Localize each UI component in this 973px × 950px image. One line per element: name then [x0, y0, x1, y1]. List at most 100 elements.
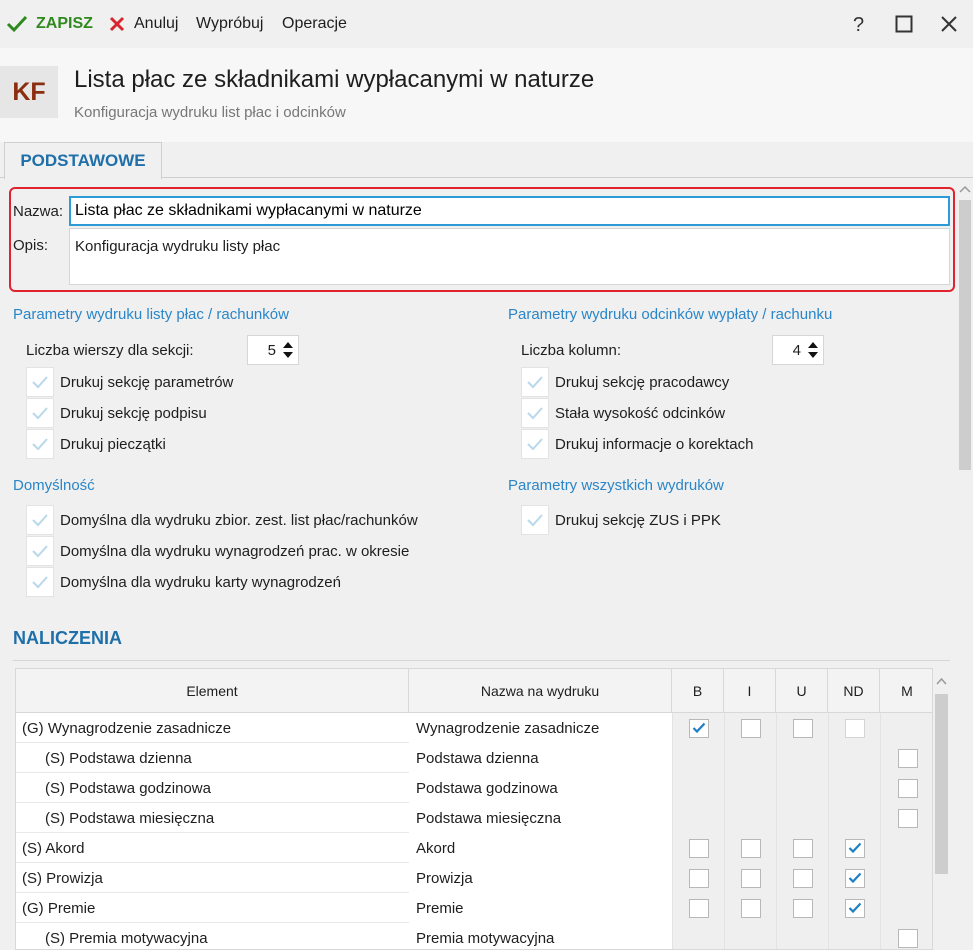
- print-name-cell[interactable]: Podstawa godzinowa: [409, 773, 672, 803]
- checkbox[interactable]: [26, 536, 54, 566]
- table-row[interactable]: (S) Premia motywacyjna Premia motywacyjna: [16, 923, 932, 949]
- print-name-cell[interactable]: Akord: [409, 833, 672, 863]
- checkbox-m[interactable]: [897, 748, 918, 768]
- naliczenia-heading: NALICZENIA: [13, 628, 122, 648]
- columns-count-stepper[interactable]: 4: [772, 335, 824, 365]
- stepper-arrows-icon[interactable]: [807, 339, 819, 361]
- checkbox[interactable]: [521, 398, 549, 428]
- check-icon: [32, 514, 48, 527]
- print-name-cell[interactable]: Podstawa dzienna: [409, 743, 672, 773]
- check-icon: [692, 722, 705, 734]
- column-header-element[interactable]: Element: [16, 669, 409, 713]
- grid-header: Element Nazwa na wydruku B I U ND M: [16, 669, 932, 713]
- grid-scrollbar[interactable]: [933, 668, 950, 950]
- rows-per-section-stepper[interactable]: 5: [247, 335, 299, 365]
- help-button[interactable]: ?: [846, 11, 872, 37]
- checkbox[interactable]: [26, 567, 54, 597]
- checkbox-u[interactable]: [792, 838, 813, 858]
- print-signature-section-check[interactable]: Drukuj sekcję podpisu: [26, 398, 207, 428]
- checkbox[interactable]: [26, 367, 54, 397]
- grid-scrollbar-thumb[interactable]: [935, 694, 948, 874]
- flag-cell-nd: [828, 743, 880, 773]
- checkbox-b[interactable]: [688, 898, 709, 918]
- checkbox-u[interactable]: [792, 898, 813, 918]
- default-collective-list-check[interactable]: Domyślna dla wydruku zbior. zest. list p…: [26, 505, 418, 535]
- checkbox-m[interactable]: [897, 778, 918, 798]
- checkbox[interactable]: [26, 398, 54, 428]
- checkbox-u[interactable]: [792, 718, 813, 738]
- check-icon: [527, 407, 543, 420]
- column-header-b[interactable]: B: [672, 669, 724, 713]
- checkbox[interactable]: [521, 505, 549, 535]
- print-corrections-info-check[interactable]: Drukuj informacje o korektach: [521, 429, 753, 459]
- column-header-i[interactable]: I: [724, 669, 776, 713]
- print-stamps-check[interactable]: Drukuj pieczątki: [26, 429, 166, 459]
- payroll-params-heading: Parametry wydruku listy płac / rachunków: [13, 306, 289, 323]
- column-header-u[interactable]: U: [776, 669, 828, 713]
- checkbox-nd[interactable]: [844, 718, 865, 738]
- print-name-cell[interactable]: Wynagrodzenie zasadnicze: [409, 713, 672, 743]
- operations-button[interactable]: Operacje: [282, 13, 347, 35]
- checkbox[interactable]: [521, 429, 549, 459]
- print-employer-section-check[interactable]: Drukuj sekcję pracodawcy: [521, 367, 729, 397]
- column-header-m[interactable]: M: [880, 669, 932, 713]
- checkbox-i[interactable]: [740, 718, 761, 738]
- element-cell: (S) Podstawa dzienna: [45, 749, 192, 767]
- checkbox[interactable]: [26, 429, 54, 459]
- print-zus-ppk-check[interactable]: Drukuj sekcję ZUS i PPK: [521, 505, 721, 535]
- print-params-section-check[interactable]: Drukuj sekcję parametrów: [26, 367, 233, 397]
- close-window-button[interactable]: [936, 11, 962, 37]
- checkbox-label: Domyślna dla wydruku karty wynagrodzeń: [60, 573, 341, 591]
- print-name-cell[interactable]: Premia motywacyjna: [409, 923, 672, 949]
- try-button[interactable]: Wypróbuj: [196, 13, 263, 35]
- check-icon: [32, 407, 48, 420]
- column-header-print-name[interactable]: Nazwa na wydruku: [409, 669, 672, 713]
- checkbox-nd[interactable]: [844, 838, 865, 858]
- table-row[interactable]: (G) Premie Premie: [16, 893, 932, 923]
- checkbox-u[interactable]: [792, 868, 813, 888]
- checkbox-b[interactable]: [688, 718, 709, 738]
- scroll-up-icon[interactable]: [933, 674, 950, 688]
- form-scrollbar-thumb[interactable]: [959, 200, 971, 470]
- print-name-cell[interactable]: Premie: [409, 893, 672, 923]
- description-field[interactable]: Konfiguracja wydruku listy płac: [69, 228, 950, 285]
- checkbox-m[interactable]: [897, 928, 918, 948]
- checkbox-i[interactable]: [740, 868, 761, 888]
- checkbox-label: Domyślna dla wydruku zbior. zest. list p…: [60, 511, 418, 529]
- table-row[interactable]: (S) Podstawa dzienna Podstawa dzienna: [16, 743, 932, 773]
- checkbox-b[interactable]: [688, 838, 709, 858]
- maximize-button[interactable]: [891, 11, 917, 37]
- checkbox[interactable]: [521, 367, 549, 397]
- table-row[interactable]: (S) Podstawa godzinowa Podstawa godzinowa: [16, 773, 932, 803]
- print-name-cell[interactable]: Podstawa miesięczna: [409, 803, 672, 833]
- table-row[interactable]: (S) Akord Akord: [16, 833, 932, 863]
- table-row[interactable]: (S) Prowizja Prowizja: [16, 863, 932, 893]
- checkbox-nd[interactable]: [844, 898, 865, 918]
- table-row[interactable]: (G) Wynagrodzenie zasadnicze Wynagrodzeni…: [16, 713, 932, 743]
- checkbox-i[interactable]: [740, 838, 761, 858]
- checkbox[interactable]: [26, 505, 54, 535]
- fixed-slip-height-check[interactable]: Stała wysokość odcinków: [521, 398, 725, 428]
- print-name-cell[interactable]: Prowizja: [409, 863, 672, 893]
- toolbar: ZAPISZ Anuluj Wypróbuj Operacje ?: [0, 0, 973, 48]
- form-scrollbar[interactable]: [957, 180, 973, 660]
- cancel-button[interactable]: Anuluj: [108, 13, 178, 35]
- table-row[interactable]: (S) Podstawa miesięczna Podstawa miesięcz…: [16, 803, 932, 833]
- stepper-arrows-icon[interactable]: [282, 339, 294, 361]
- save-button[interactable]: ZAPISZ: [6, 13, 93, 35]
- checkbox-label: Domyślna dla wydruku wynagrodzeń prac. w…: [60, 542, 410, 560]
- checkbox-nd[interactable]: [844, 868, 865, 888]
- flag-cell-u: [776, 923, 828, 949]
- checkbox-i[interactable]: [740, 898, 761, 918]
- cancel-label: Anuluj: [134, 15, 179, 32]
- checkbox-b[interactable]: [688, 868, 709, 888]
- scroll-up-icon[interactable]: [957, 182, 973, 196]
- column-header-nd[interactable]: ND: [828, 669, 880, 713]
- tab-podstawowe[interactable]: PODSTAWOWE: [4, 142, 162, 179]
- checkbox-m[interactable]: [897, 808, 918, 828]
- default-wage-card-check[interactable]: Domyślna dla wydruku karty wynagrodzeń: [26, 567, 341, 597]
- default-wages-period-check[interactable]: Domyślna dla wydruku wynagrodzeń prac. w…: [26, 536, 409, 566]
- save-label: ZAPISZ: [36, 15, 93, 32]
- check-icon: [527, 438, 543, 451]
- name-field[interactable]: [69, 196, 950, 226]
